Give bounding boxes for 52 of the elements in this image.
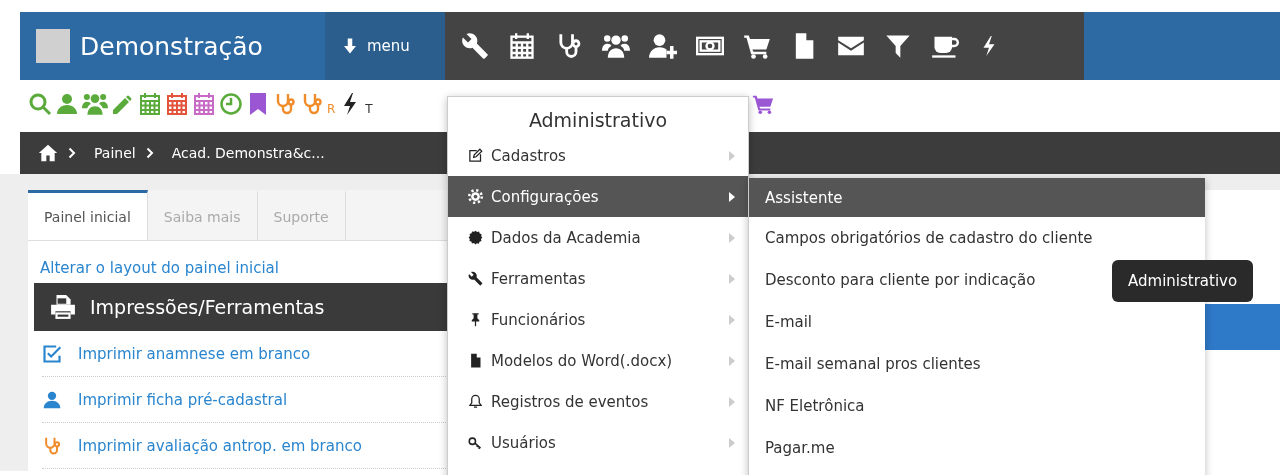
- menu-item[interactable]: Configurações: [448, 176, 748, 217]
- lightning-label: T: [365, 102, 373, 116]
- search-icon[interactable]: [28, 92, 52, 116]
- submenu-item[interactable]: Assistente: [749, 178, 1205, 217]
- menu-item[interactable]: Funcionários: [448, 299, 748, 340]
- menu-item[interactable]: Ferramentas: [448, 258, 748, 299]
- add-person-icon[interactable]: [649, 32, 677, 60]
- clock-icon[interactable]: [219, 92, 243, 116]
- stethoscope-icon: [42, 435, 62, 456]
- tooltip: Administrativo: [1112, 260, 1254, 302]
- menu-item[interactable]: Usuários: [448, 422, 748, 463]
- menu-item[interactable]: Dados da Academia: [448, 217, 748, 258]
- key-icon: [468, 435, 483, 450]
- print-link[interactable]: Imprimir ficha pré-cadastral: [78, 390, 288, 409]
- printer-icon: [50, 294, 76, 320]
- chevron-icon: [66, 147, 78, 159]
- submenu-item[interactable]: NF Eletrônica: [749, 385, 869, 427]
- menu-button[interactable]: menu: [325, 12, 445, 80]
- wrench-icon[interactable]: [461, 32, 489, 60]
- wrench-icon: [468, 271, 483, 286]
- people-icon[interactable]: [602, 32, 630, 60]
- file-icon: [468, 353, 483, 368]
- bell-icon: [468, 394, 483, 409]
- menu-item[interactable]: Cadastros: [448, 135, 748, 176]
- tab[interactable]: Painel inicial: [28, 190, 148, 240]
- stethoscope-label: R: [327, 102, 336, 116]
- settings-icon: [468, 189, 483, 204]
- breadcrumb-link[interactable]: Acad. Demonstra&c...: [171, 145, 325, 161]
- seal-icon: [468, 230, 483, 245]
- cart-icon[interactable]: [752, 93, 774, 115]
- menu-item[interactable]: Modelos do Word(.docx): [448, 340, 748, 381]
- down-arrow-icon: [341, 37, 359, 55]
- layout-link[interactable]: Alterar o layout do painel inicial: [40, 259, 279, 277]
- app-title: Demonstração: [80, 31, 263, 61]
- logo-placeholder: [36, 29, 70, 63]
- menu-item[interactable]: Registros de eventos: [448, 381, 748, 422]
- calendar-icon[interactable]: [508, 32, 536, 60]
- submenu-item[interactable]: E-mail: [749, 301, 817, 343]
- panel-title: Impressões/Ferramentas: [90, 296, 325, 318]
- submenu-item[interactable]: E-mail semanal pros clientes: [749, 343, 985, 385]
- breadcrumb-link[interactable]: Painel: [94, 145, 136, 161]
- submenu-item[interactable]: Campos obrigatórios de cadastro do cliente: [749, 217, 1097, 259]
- home-icon[interactable]: [38, 143, 58, 163]
- print-link[interactable]: Imprimir avaliação antrop. em branco: [78, 436, 362, 455]
- person-icon[interactable]: [55, 92, 79, 116]
- menu-title: Administrativo: [527, 108, 669, 133]
- print-link[interactable]: Imprimir anamnese em branco: [78, 344, 311, 363]
- submenu-item[interactable]: Desconto para cliente por indicação: [749, 259, 1040, 301]
- submenu-item[interactable]: Pagar.me: [749, 427, 839, 469]
- edit-icon: [468, 148, 483, 163]
- person-icon: [42, 389, 62, 410]
- checkbox-tick-icon: [42, 343, 62, 364]
